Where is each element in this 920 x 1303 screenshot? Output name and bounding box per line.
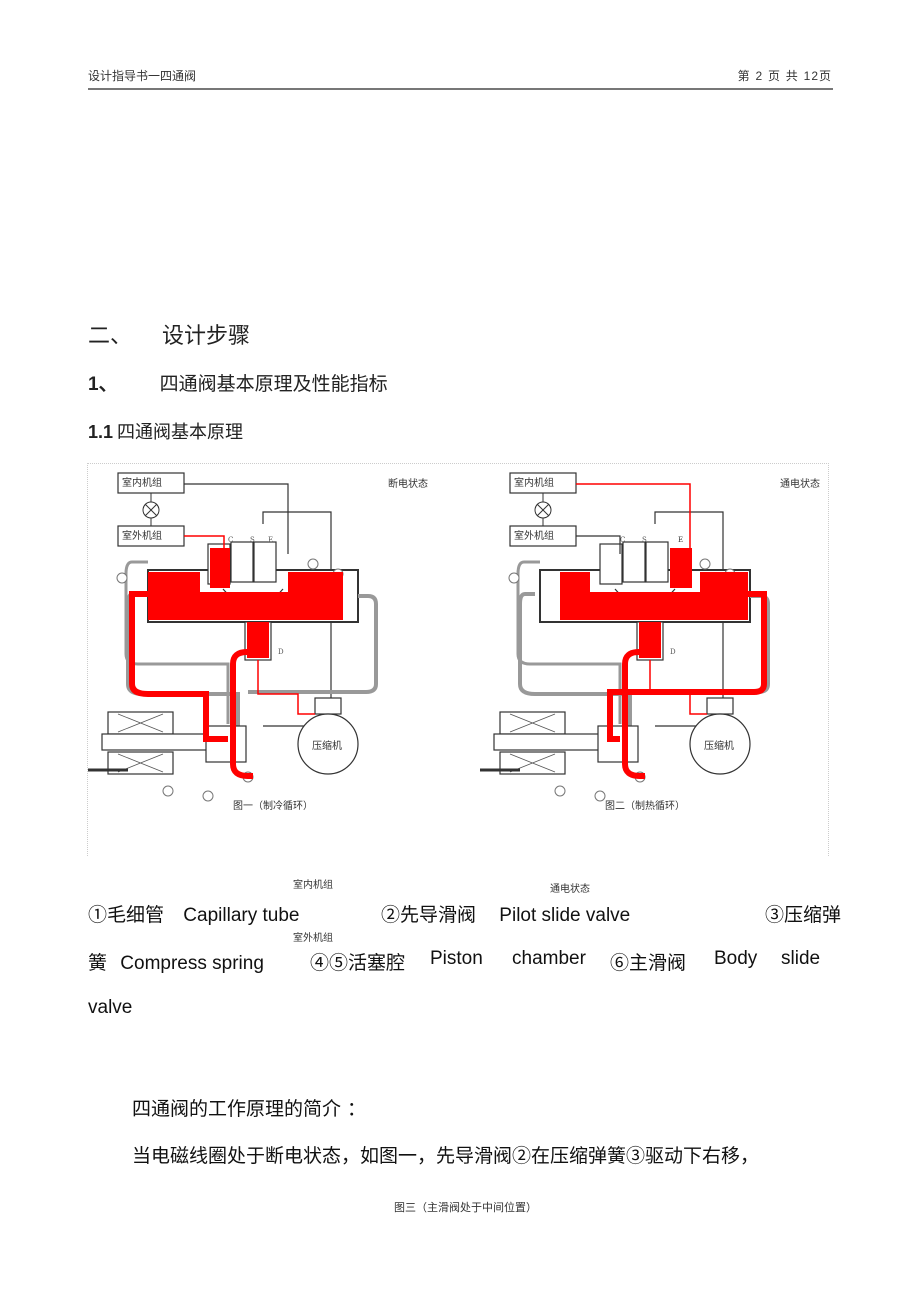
legend-pilot: ②先导滑阀 Pilot slide valve xyxy=(381,900,630,927)
port-e: E xyxy=(678,536,683,544)
legend-pilot-cn: ②先导滑阀 xyxy=(381,904,477,926)
legend-spring-en: Compress spring xyxy=(120,953,264,974)
port-s: S xyxy=(250,536,255,544)
port-c: C xyxy=(620,536,625,544)
legend-spring-cn-cont: 簧 xyxy=(88,952,108,974)
legend-capillary-cn: ①毛细管 xyxy=(88,904,165,926)
section-number: 二、 xyxy=(88,324,133,349)
compressor-label: 压缩机 xyxy=(704,739,734,752)
section-title: 设计步骤 xyxy=(162,324,251,349)
figure-3-caption: 图三（主滑阀处于中间位置） xyxy=(394,1201,537,1214)
stray-label-powered: 通电状态 xyxy=(550,884,590,895)
port-d: D xyxy=(278,648,284,656)
legend-spring-cn: ③压缩弹 xyxy=(765,904,842,926)
legend-body-slide-cn: ⑥主滑阀 xyxy=(610,952,687,974)
stray-label-outdoor: 室外机组 xyxy=(293,933,333,944)
port-d: D xyxy=(670,648,676,656)
legend-piston-en: Piston xyxy=(430,948,483,969)
legend-line-2: 簧 Compress spring xyxy=(88,948,264,975)
compressor-label: 压缩机 xyxy=(312,739,342,752)
legend-capillary-en: Capillary tube xyxy=(183,905,300,926)
subsection-title: 四通阀基本原理及性能指标 xyxy=(159,373,388,395)
indoor-unit-label: 室内机组 xyxy=(122,476,162,489)
outdoor-unit-label: 室外机组 xyxy=(122,529,162,542)
document-header-title: 设计指导书一四通阀 xyxy=(88,69,197,83)
current-page: 2 xyxy=(755,69,764,83)
state-label-power-off: 断电状态 xyxy=(388,477,428,490)
body-paragraph: 当电磁线圈处于断电状态，如图一，先导滑阀②在压缩弹簧③驱动下右移， xyxy=(132,1145,760,1167)
subsubsection-number: 1.1 xyxy=(88,422,114,442)
legend-body-en: Body xyxy=(714,948,758,969)
header-divider xyxy=(88,88,833,90)
indoor-unit-label: 室内机组 xyxy=(514,476,554,489)
legend-line-1: ①毛细管 Capillary tube xyxy=(88,900,299,927)
legend-slide-en: slide xyxy=(781,948,821,969)
figure-2-caption: 图二（制热循环） xyxy=(605,799,685,812)
intro-heading: 四通阀的工作原理的简介 ： xyxy=(132,1098,367,1120)
port-c: C xyxy=(228,536,233,544)
page-indicator: 第 2 页 共 12页 xyxy=(738,67,832,84)
subsection-number: 1、 xyxy=(88,374,118,395)
legend-pilot-en: Pilot slide valve xyxy=(499,905,631,926)
page-mid: 页 共 xyxy=(767,69,799,83)
legend-piston-cn: ④⑤活塞腔 xyxy=(310,952,406,974)
subsubsection-title: 四通阀基本原理 xyxy=(117,422,244,443)
page-prefix: 第 xyxy=(737,69,751,83)
total-pages: 12页 xyxy=(803,69,832,83)
legend-chamber-en: chamber xyxy=(512,948,586,969)
subsection-heading: 1、 四通阀基本原理及性能指标 xyxy=(88,369,388,396)
stray-label-indoor: 室内机组 xyxy=(293,880,333,891)
port-e: E xyxy=(268,536,273,544)
legend-valve-en: valve xyxy=(88,997,133,1018)
figure-1-caption: 图一（制冷循环） xyxy=(233,799,313,812)
four-way-valve-figure: 断电状态 室内机组 室外机组 压缩机 C S E D 图一（制冷循环） 通电状态… xyxy=(87,463,829,856)
cooling-cycle-diagram: 断电状态 室内机组 室外机组 压缩机 C S E D 图一（制冷循环） xyxy=(88,471,428,812)
heating-cycle-diagram: 通电状态 室内机组 室外机组 压缩机 C S E D 图二（制热循环） xyxy=(478,471,820,812)
outdoor-unit-label: 室外机组 xyxy=(514,529,554,542)
section-heading: 二、 设计步骤 xyxy=(88,318,250,350)
state-label-power-on: 通电状态 xyxy=(780,477,820,490)
port-s: S xyxy=(642,536,647,544)
subsubsection-heading: 1.1 四通阀基本原理 xyxy=(88,418,243,444)
